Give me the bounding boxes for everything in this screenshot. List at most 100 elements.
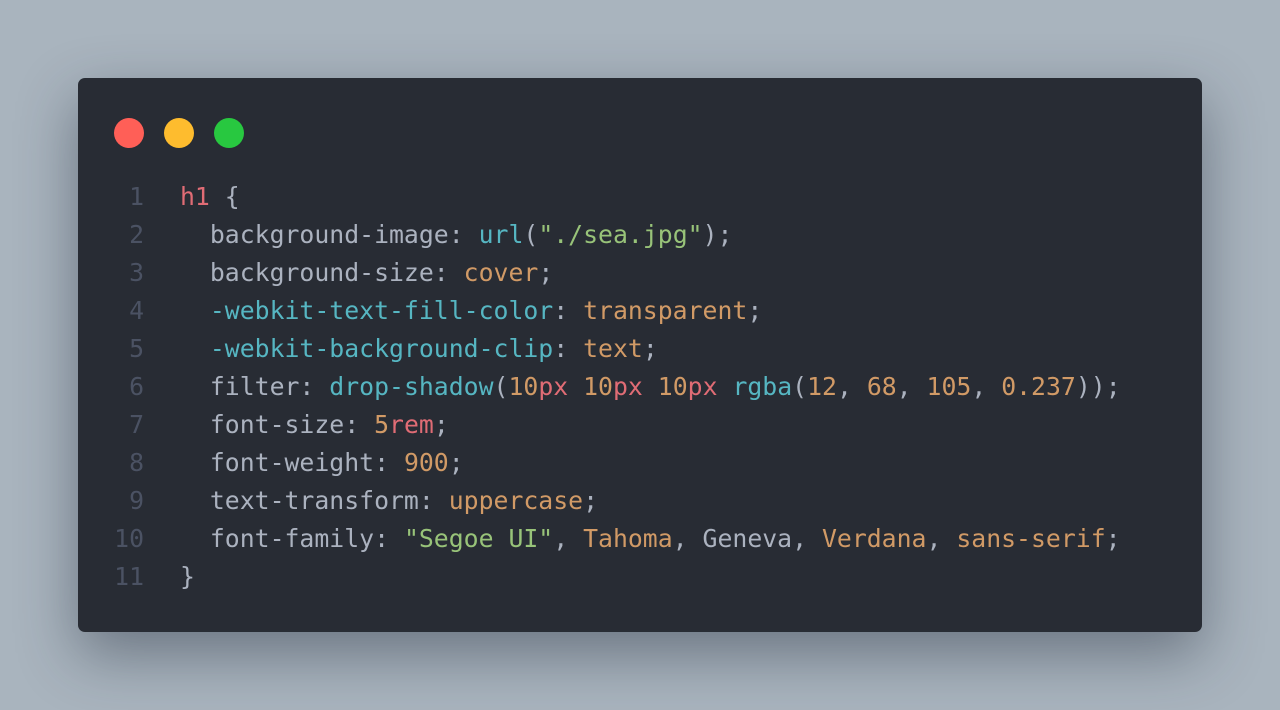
code-token: 12 — [807, 372, 837, 401]
code-token: font-weight: — [180, 448, 404, 477]
page-background: { "colors": { "background": "#a9b4be", "… — [0, 0, 1280, 710]
code-line: 9 text-transform: uppercase; — [78, 482, 1202, 520]
line-number: 1 — [129, 182, 144, 211]
code-token: : — [553, 296, 584, 325]
code-line: 6 filter: drop-shadow(10px 10px 10px rgb… — [78, 368, 1202, 406]
code-token: , — [896, 372, 927, 401]
code-token: text — [583, 334, 643, 363]
line-number: 11 — [114, 562, 144, 591]
line-number: 8 — [129, 448, 144, 477]
code-text: font-family: "Segoe UI", Tahoma, Geneva,… — [180, 520, 1121, 558]
window-controls — [114, 118, 244, 148]
code-token: ; — [448, 448, 464, 477]
code-token: ; — [747, 296, 763, 325]
code-token: text-transform: — [180, 486, 449, 515]
line-number: 6 — [129, 372, 144, 401]
code-block: 1 h1 {2 background-image: url("./sea.jpg"… — [78, 178, 1202, 596]
code-token: 10 — [508, 372, 539, 401]
code-token: px — [612, 372, 643, 401]
code-token: , — [836, 372, 867, 401]
code-line: 3 background-size: cover; — [78, 254, 1202, 292]
code-token: { — [209, 182, 240, 211]
line-number: 9 — [129, 486, 144, 515]
code-token: rgba — [732, 372, 793, 401]
code-token: drop-shadow — [329, 372, 494, 401]
code-token: background-size: — [180, 258, 464, 287]
code-text: font-size: 5rem; — [180, 406, 449, 444]
code-token: filter: — [180, 372, 330, 401]
code-token: , — [553, 524, 584, 553]
line-number: 4 — [129, 296, 144, 325]
code-token: rem — [389, 410, 434, 439]
code-token: , — [971, 372, 1002, 401]
code-token: transparent — [583, 296, 748, 325]
code-text: background-image: url("./sea.jpg"); — [180, 216, 733, 254]
code-token: 900 — [403, 448, 449, 477]
code-token: ( — [493, 372, 509, 401]
code-token: background-image: — [180, 220, 479, 249]
code-token: -webkit-background-clip — [209, 334, 554, 363]
code-token: ( — [523, 220, 539, 249]
code-token: ); — [702, 220, 733, 249]
code-token: ; — [433, 410, 449, 439]
code-token: h1 — [180, 182, 210, 211]
line-number: 7 — [129, 410, 144, 439]
code-line: 7 font-size: 5rem; — [78, 406, 1202, 444]
code-token: 10 — [657, 372, 688, 401]
line-number: 10 — [114, 524, 144, 553]
code-token: } — [180, 562, 195, 591]
code-line: 4 -webkit-text-fill-color: transparent; — [78, 292, 1202, 330]
maximize-dot[interactable] — [214, 118, 244, 148]
minimize-dot[interactable] — [164, 118, 194, 148]
code-token: ; — [583, 486, 599, 515]
code-token: ; — [538, 258, 554, 287]
line-number: 2 — [129, 220, 144, 249]
code-token: ( — [792, 372, 808, 401]
code-token: font-size: — [180, 410, 375, 439]
code-text: font-weight: 900; — [180, 444, 464, 482]
code-line: 11} — [78, 558, 1202, 596]
line-number: 3 — [129, 258, 144, 287]
code-token: 0.237 — [1001, 372, 1076, 401]
code-token: , — [926, 524, 957, 553]
code-token: sans-serif — [956, 524, 1106, 553]
code-line: 5 -webkit-background-clip: text; — [78, 330, 1202, 368]
code-token: 105 — [926, 372, 972, 401]
code-token: ; — [642, 334, 658, 363]
code-token: )); — [1075, 372, 1121, 401]
line-number: 5 — [129, 334, 144, 363]
code-token: Verdana — [821, 524, 927, 553]
code-token: 68 — [866, 372, 897, 401]
code-token: , Geneva, — [672, 524, 822, 553]
code-text: filter: drop-shadow(10px 10px 10px rgba(… — [180, 368, 1121, 406]
code-text: } — [180, 558, 195, 596]
code-token: 5 — [374, 410, 390, 439]
code-token: "Segoe UI" — [403, 524, 554, 553]
code-token: uppercase — [448, 486, 584, 515]
code-line: 8 font-weight: 900; — [78, 444, 1202, 482]
code-token: -webkit-text-fill-color — [209, 296, 554, 325]
code-text: text-transform: uppercase; — [180, 482, 598, 520]
code-token: "./sea.jpg" — [538, 220, 703, 249]
code-line: 1 h1 { — [78, 178, 1202, 216]
code-token: ; — [1105, 524, 1121, 553]
code-token: 10 — [583, 372, 613, 401]
code-token: px — [538, 372, 569, 401]
code-token: font-family: — [180, 524, 404, 553]
code-window: 1 h1 {2 background-image: url("./sea.jpg"… — [78, 78, 1202, 632]
code-line: 10 font-family: "Segoe UI", Tahoma, Gene… — [78, 520, 1202, 558]
code-token: url — [478, 220, 524, 249]
code-token: px — [687, 372, 718, 401]
code-token: Tahoma — [583, 524, 673, 553]
code-line: 2 background-image: url("./sea.jpg"); — [78, 216, 1202, 254]
code-text: -webkit-text-fill-color: transparent; — [180, 292, 762, 330]
close-dot[interactable] — [114, 118, 144, 148]
code-text: h1 { — [180, 178, 240, 216]
code-text: -webkit-background-clip: text; — [180, 330, 658, 368]
code-token: : — [553, 334, 584, 363]
